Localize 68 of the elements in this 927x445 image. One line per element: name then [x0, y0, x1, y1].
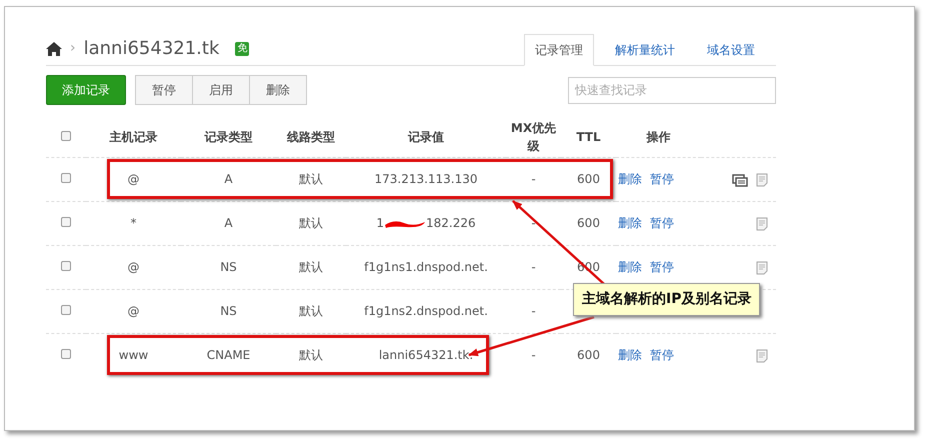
table-cell: A: [224, 216, 233, 230]
checkbox[interactable]: [61, 217, 71, 227]
table-cell: NS: [220, 304, 237, 318]
tab[interactable]: 解析量统计: [604, 34, 686, 66]
action-link[interactable]: 删除: [618, 216, 642, 230]
checkbox[interactable]: [61, 349, 71, 360]
column-header: 记录值: [408, 130, 444, 144]
column-header: 主机记录: [110, 130, 158, 144]
table-cell: 默认: [299, 216, 323, 230]
table-cell: -: [531, 260, 536, 274]
note-icon[interactable]: [756, 348, 768, 363]
action-link[interactable]: 删除: [618, 348, 642, 362]
checkbox[interactable]: [61, 173, 71, 183]
add-record-button[interactable]: 添加记录: [46, 75, 126, 105]
tab[interactable]: 域名设置: [696, 34, 766, 66]
stack-icon[interactable]: [732, 172, 748, 187]
table-cell: 默认: [299, 172, 323, 186]
toolbar-button[interactable]: 暂停: [135, 75, 193, 105]
table-cell: 600: [577, 172, 600, 186]
table-cell: 默认: [299, 304, 323, 318]
table-cell: 默认: [299, 348, 323, 362]
action-link[interactable]: 暂停: [650, 216, 674, 230]
table-cell: 默认: [299, 260, 323, 274]
column-header: 线路类型: [287, 130, 335, 144]
action-link[interactable]: 暂停: [650, 260, 674, 274]
table-cell: f1g1ns1.dnspod.net.: [364, 260, 488, 274]
callout-label: 主域名解析的IP及别名记录: [573, 283, 760, 316]
tab[interactable]: 记录管理: [524, 34, 594, 66]
table-cell: A: [224, 172, 233, 186]
column-header: MX优先级: [510, 120, 556, 153]
note-icon[interactable]: [756, 260, 768, 275]
table-cell: @: [128, 172, 140, 186]
table-cell: 1: [376, 216, 384, 230]
column-header: TTL: [576, 130, 601, 144]
action-link[interactable]: 暂停: [650, 172, 674, 186]
table-cell: f1g1ns2.dnspod.net.: [364, 304, 488, 318]
note-icon[interactable]: [756, 172, 768, 187]
home-icon[interactable]: [46, 42, 62, 56]
table-cell: 600: [577, 216, 600, 230]
checkbox[interactable]: [61, 305, 71, 315]
domain-title: lanni654321.tk: [84, 40, 220, 58]
table-cell: 182.226: [426, 216, 476, 230]
toolbar-button[interactable]: 删除: [249, 75, 307, 105]
table-cell: -: [531, 304, 536, 318]
table-cell: -: [531, 348, 536, 362]
table-cell: 600: [577, 348, 600, 362]
action-link[interactable]: 删除: [618, 172, 642, 186]
column-header: 操作: [646, 130, 670, 144]
table-cell: CNAME: [206, 348, 250, 362]
table-cell: -: [531, 172, 536, 186]
breadcrumb-separator: ›: [70, 39, 76, 58]
free-badge: 免: [235, 42, 250, 56]
table-cell: www: [118, 348, 148, 362]
table-cell: @: [128, 304, 140, 318]
search-field[interactable]: 快速查找记录: [568, 76, 776, 104]
action-link[interactable]: 暂停: [650, 348, 674, 362]
column-header: 记录类型: [204, 130, 252, 144]
toolbar-button[interactable]: 启用: [192, 75, 250, 105]
table-cell: *: [130, 216, 136, 230]
action-link[interactable]: 删除: [618, 260, 642, 274]
note-icon[interactable]: [756, 216, 768, 231]
checkbox[interactable]: [61, 261, 71, 271]
table-cell: NS: [220, 260, 237, 274]
checkbox[interactable]: [61, 130, 71, 141]
table-cell: -: [531, 216, 536, 230]
table-cell: @: [128, 260, 140, 274]
table-cell: 173.213.113.130: [374, 172, 478, 186]
table-cell: lanni654321.tk.: [378, 348, 474, 362]
